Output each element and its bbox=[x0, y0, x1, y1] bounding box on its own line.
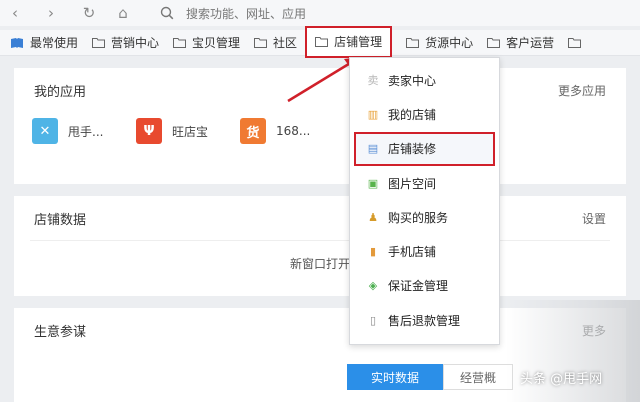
folder-icon bbox=[487, 38, 501, 48]
bookmark-community[interactable]: 社区 bbox=[254, 30, 297, 56]
folder-icon bbox=[315, 37, 329, 47]
watermark: 头条 @甩手网 bbox=[520, 372, 603, 387]
shuaishou-app-icon: ✕ bbox=[32, 118, 58, 144]
app-shuaishou[interactable]: ✕ 甩手... bbox=[32, 118, 112, 144]
app-168[interactable]: 货 168... bbox=[240, 118, 320, 144]
bookmark-marketing[interactable]: 营销中心 bbox=[92, 30, 159, 56]
folder-icon bbox=[406, 38, 420, 48]
menu-item-my-shop[interactable]: ▥ 我的店铺 bbox=[350, 97, 499, 131]
refresh-icon: ↻ bbox=[82, 4, 96, 22]
deposit-icon: ◈ bbox=[368, 279, 378, 293]
bookmark-frequent[interactable]: 最常使用 bbox=[10, 30, 78, 56]
mobile-icon: ▮ bbox=[369, 245, 377, 259]
app-label: 168... bbox=[276, 124, 311, 138]
decorate-icon: ▤ bbox=[367, 142, 379, 156]
search-input[interactable]: 搜索功能、网址、应用 bbox=[160, 2, 306, 24]
menu-item-label: 手机店铺 bbox=[388, 245, 437, 260]
settings-link[interactable]: 设置 bbox=[582, 210, 606, 227]
service-icon: ♟ bbox=[368, 210, 378, 224]
bookmark-customer-ops[interactable]: 客户运营 bbox=[487, 30, 554, 56]
menu-item-purchased-services[interactable]: ♟ 购买的服务 bbox=[350, 200, 499, 234]
bookmarks-bar: 最常使用 营销中心 宝贝管理 社区 店铺管理 货源中心 客户运营 bbox=[0, 25, 640, 58]
bookmark-more[interactable] bbox=[568, 30, 587, 56]
apps-row: ✕ 甩手... Ψ 旺店宝 货 168... bbox=[14, 118, 626, 144]
store-management-dropdown: 卖 卖家中心 ▥ 我的店铺 ▤ 店铺装修 ▣ 图片空间 ♟ 购买的服务 ▮ 手机… bbox=[349, 57, 500, 345]
forward-icon: › bbox=[48, 4, 54, 22]
panel-title: 生意参谋 bbox=[34, 324, 87, 340]
home-button[interactable]: ⌂ bbox=[110, 0, 136, 26]
tab-operations-overview[interactable]: 经营概 bbox=[443, 364, 513, 390]
biz-tabs: 实时数据 经营概 bbox=[347, 364, 513, 390]
folder-icon bbox=[254, 38, 268, 48]
panel-title: 我的应用 bbox=[34, 84, 87, 100]
menu-item-image-space[interactable]: ▣ 图片空间 bbox=[350, 166, 499, 200]
bookmark-sourcing[interactable]: 货源中心 bbox=[406, 30, 473, 56]
menu-item-label: 保证金管理 bbox=[388, 279, 449, 294]
panel-title: 店铺数据 bbox=[34, 212, 87, 228]
menu-item-label: 卖家中心 bbox=[388, 73, 437, 88]
shop-icon: ▥ bbox=[367, 107, 379, 121]
refresh-button[interactable]: ↻ bbox=[76, 0, 102, 26]
folder-icon bbox=[173, 38, 187, 48]
back-icon: ‹ bbox=[12, 4, 18, 22]
menu-item-label: 售后退款管理 bbox=[388, 313, 461, 328]
folder-icon bbox=[92, 38, 106, 48]
app-label: 甩手... bbox=[68, 124, 104, 139]
forward-button[interactable]: › bbox=[38, 0, 64, 26]
menu-item-store-decoration[interactable]: ▤ 店铺装修 bbox=[354, 131, 495, 166]
wangdianbao-app-icon: Ψ bbox=[136, 118, 162, 144]
app-label: 旺店宝 bbox=[172, 124, 209, 139]
more-apps-link[interactable]: 更多应用 bbox=[558, 82, 606, 99]
menu-item-label: 我的店铺 bbox=[388, 107, 437, 122]
browser-toolbar: ‹ › ↻ ⌂ 搜索功能、网址、应用 bbox=[0, 0, 640, 26]
app-wangdianbao[interactable]: Ψ 旺店宝 bbox=[136, 118, 216, 144]
menu-item-label: 店铺装修 bbox=[388, 142, 437, 157]
image-icon: ▣ bbox=[367, 176, 379, 190]
search-icon bbox=[160, 6, 174, 20]
folder-icon bbox=[568, 38, 582, 48]
menu-item-mobile-shop[interactable]: ▮ 手机店铺 bbox=[350, 234, 499, 268]
bookmark-store-management[interactable]: 店铺管理 bbox=[305, 25, 393, 58]
store-data-panel: 店铺数据 设置 新窗口打开 bbox=[14, 196, 626, 296]
open-new-window-link[interactable]: 新窗口打开 bbox=[14, 255, 626, 272]
tab-realtime-data[interactable]: 实时数据 bbox=[347, 364, 443, 390]
divider bbox=[30, 240, 610, 241]
back-button[interactable]: ‹ bbox=[2, 0, 28, 26]
menu-item-label: 购买的服务 bbox=[388, 210, 449, 225]
panel-header: 店铺数据 设置 bbox=[14, 196, 626, 240]
search-placeholder: 搜索功能、网址、应用 bbox=[186, 6, 307, 21]
menu-item-seller-center[interactable]: 卖 卖家中心 bbox=[350, 63, 499, 97]
menu-item-label: 图片空间 bbox=[388, 176, 437, 191]
refund-icon: ▯ bbox=[369, 313, 377, 327]
menu-item-refund-management[interactable]: ▯ 售后退款管理 bbox=[350, 303, 499, 337]
book-icon bbox=[11, 37, 23, 48]
168-app-icon: 货 bbox=[240, 118, 266, 144]
seller-icon: 卖 bbox=[367, 74, 379, 88]
bookmark-items[interactable]: 宝贝管理 bbox=[173, 30, 240, 56]
home-icon: ⌂ bbox=[118, 4, 128, 22]
menu-item-deposit-management[interactable]: ◈ 保证金管理 bbox=[350, 269, 499, 303]
